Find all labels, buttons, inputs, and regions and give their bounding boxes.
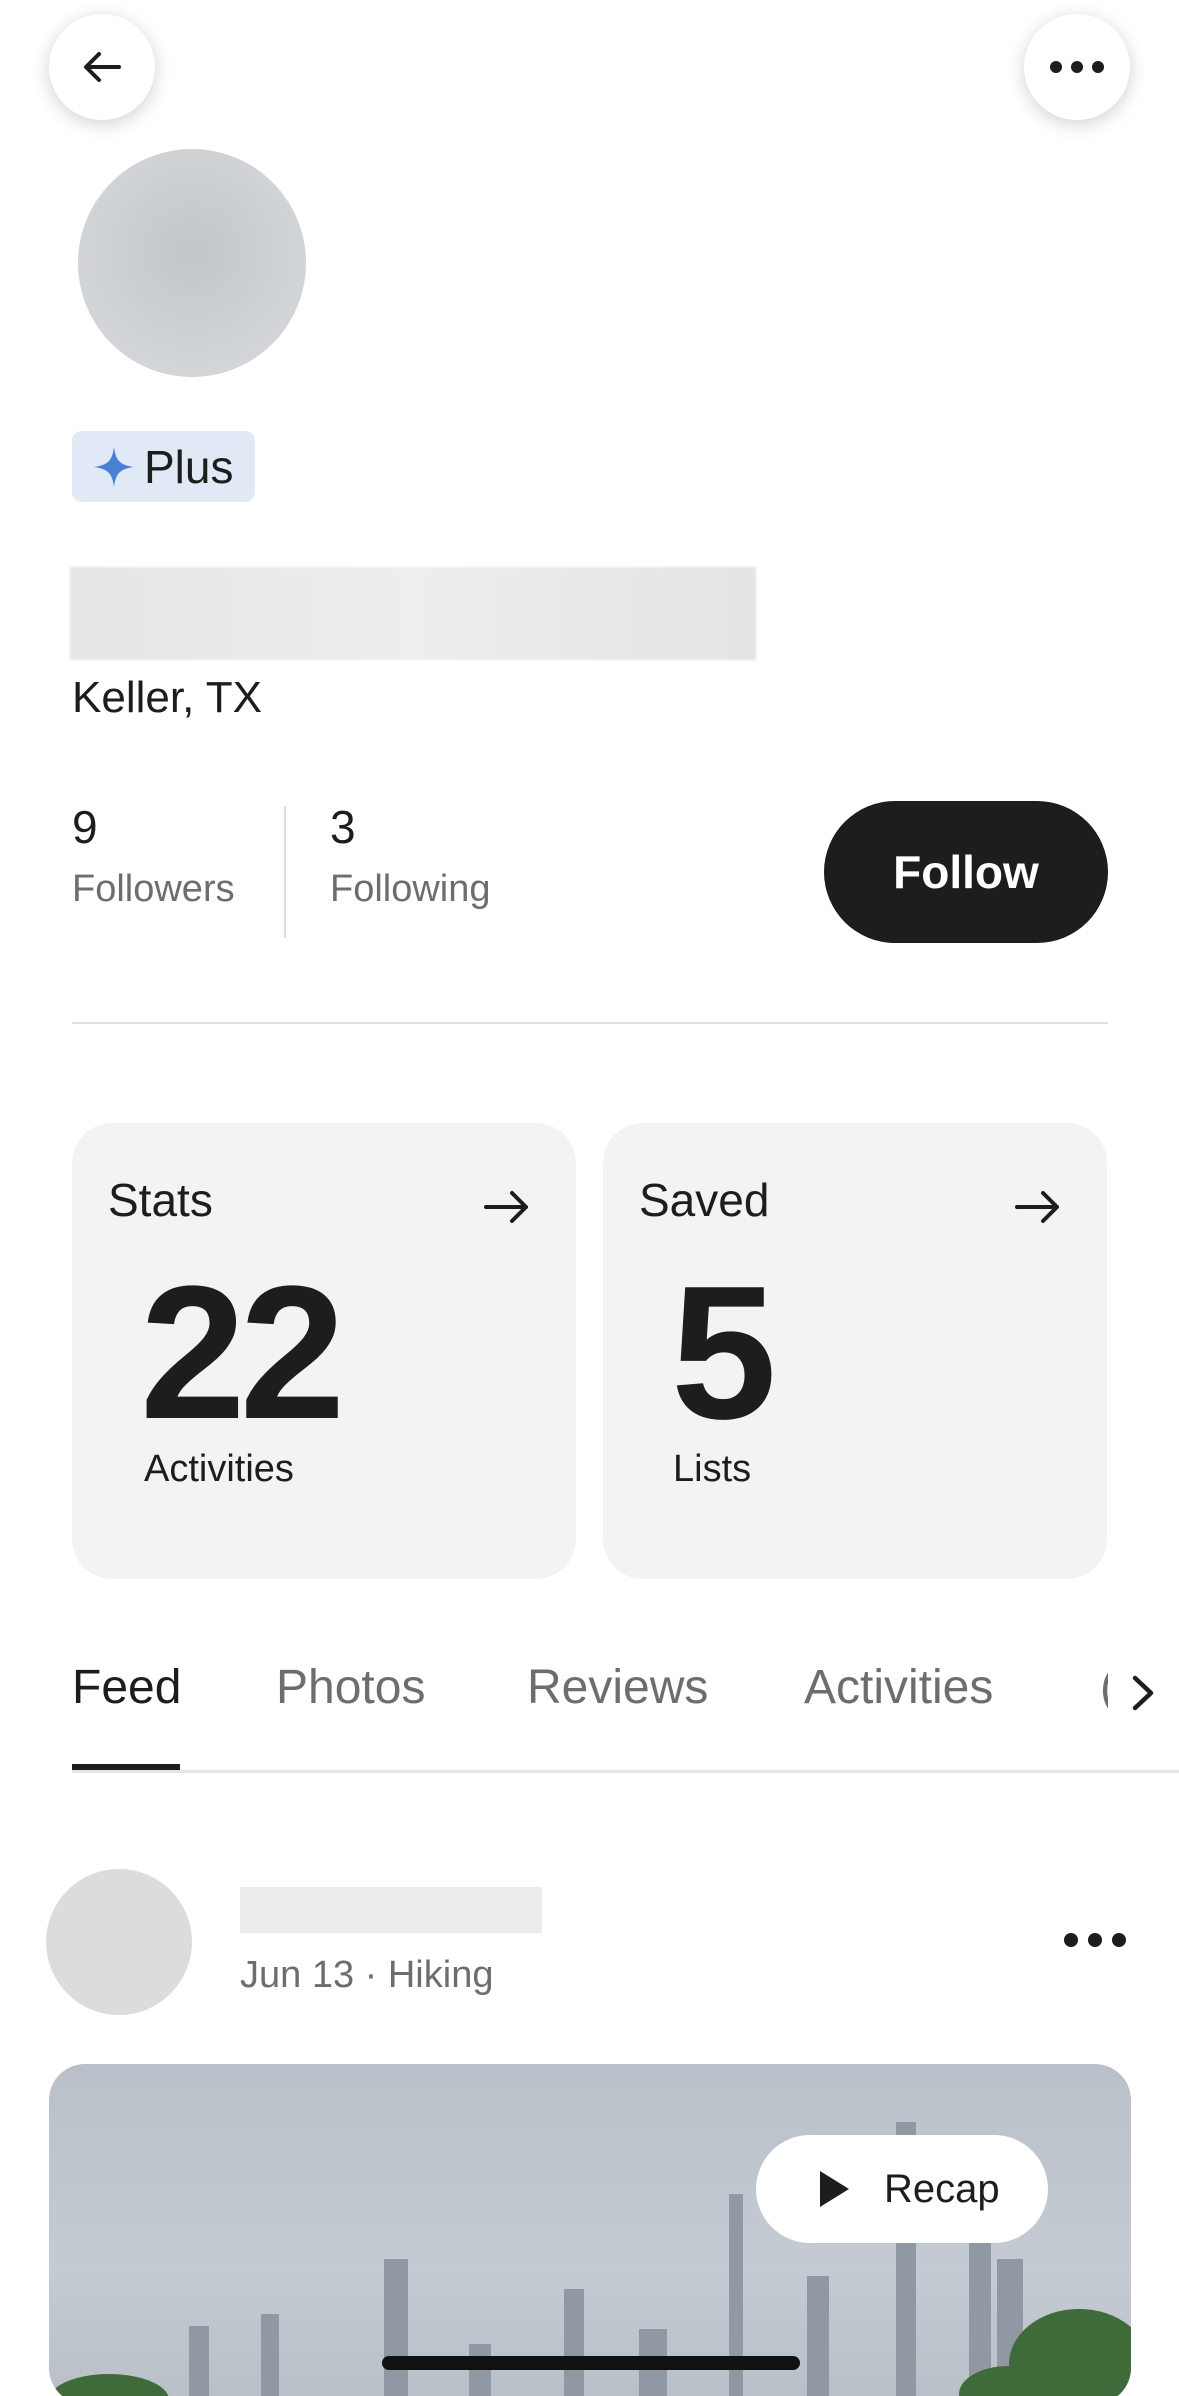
saved-card[interactable]: Saved 5 Lists — [603, 1123, 1107, 1579]
post-meta: Jun 13 · Hiking — [240, 1954, 494, 1996]
tab-activities[interactable]: Activities — [804, 1660, 993, 1715]
sparkle-icon — [94, 446, 134, 487]
recap-button[interactable]: Recap — [756, 2135, 1048, 2243]
tab-feed[interactable]: Feed — [72, 1660, 181, 1715]
tab-overflow-partial[interactable]: ( — [1100, 1660, 1108, 1715]
followers-count[interactable]: 9 — [72, 800, 98, 854]
stats-card-label: Activities — [144, 1448, 294, 1490]
saved-card-value: 5 — [671, 1247, 777, 1459]
play-icon — [820, 2171, 849, 2207]
profile-avatar[interactable] — [78, 149, 306, 377]
chevron-right-icon[interactable] — [1125, 1672, 1161, 1714]
profile-location: Keller, TX — [72, 673, 262, 722]
recap-button-label: Recap — [884, 2166, 1000, 2211]
tab-photos[interactable]: Photos — [276, 1660, 425, 1715]
more-options-button[interactable] — [1024, 14, 1130, 120]
arrow-right-icon — [1015, 1191, 1059, 1223]
plus-badge: Plus — [72, 431, 255, 502]
stats-card-title: Stats — [108, 1174, 213, 1226]
post-author-name[interactable] — [240, 1887, 542, 1933]
saved-card-label: Lists — [673, 1448, 752, 1490]
arrow-left-icon — [84, 52, 121, 82]
tab-reviews[interactable]: Reviews — [527, 1660, 708, 1715]
home-indicator[interactable] — [382, 2356, 800, 2370]
arrow-right-icon — [484, 1191, 528, 1223]
stats-card-value: 22 — [140, 1247, 345, 1459]
section-divider — [72, 1022, 1108, 1024]
post-author-avatar[interactable] — [46, 1869, 192, 2015]
stats-card[interactable]: Stats 22 Activities — [72, 1123, 576, 1579]
followers-label[interactable]: Followers — [72, 868, 235, 911]
plus-badge-label: Plus — [144, 440, 234, 493]
profile-name — [70, 567, 756, 660]
tab-bar-divider — [72, 1770, 1179, 1773]
more-horizontal-icon[interactable] — [1062, 1930, 1128, 1950]
following-count[interactable]: 3 — [330, 800, 356, 854]
stats-divider — [284, 806, 286, 938]
saved-card-title: Saved — [639, 1174, 770, 1226]
more-horizontal-icon — [1050, 61, 1104, 73]
following-label[interactable]: Following — [330, 868, 491, 911]
follow-button[interactable]: Follow — [824, 801, 1108, 943]
back-button[interactable] — [49, 14, 155, 120]
